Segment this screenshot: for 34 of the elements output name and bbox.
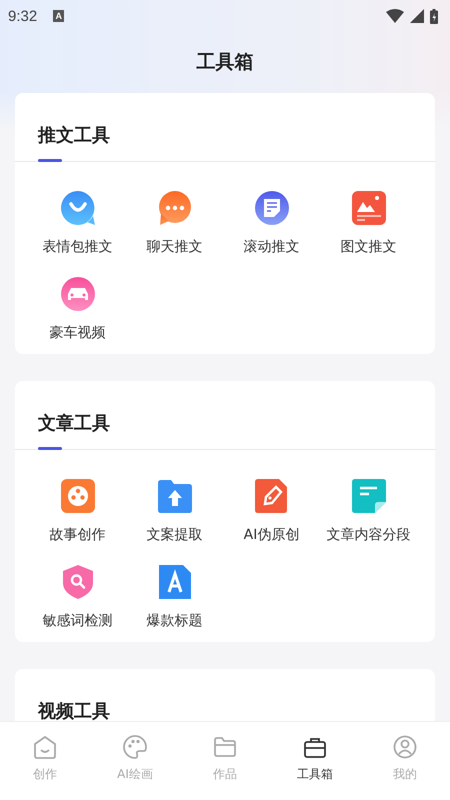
car-icon (60, 276, 96, 312)
image-icon (350, 190, 386, 226)
tool-button[interactable]: 豪车视频 (29, 272, 126, 346)
folder-upload-icon (156, 478, 192, 514)
tool-button[interactable]: 图文推文 (320, 186, 417, 260)
document-icon (254, 190, 290, 226)
tool-button[interactable]: 敏感词检测 (29, 560, 126, 634)
battery-icon (430, 8, 438, 24)
signal-icon (410, 9, 424, 23)
house-icon (32, 734, 58, 760)
section-title: 推文工具 (38, 124, 110, 148)
tool-button[interactable]: 文章内容分段 (320, 474, 417, 548)
film-reel-icon (60, 478, 96, 514)
tool-button[interactable]: 滚动推文 (223, 186, 320, 260)
smile-chat-icon (60, 190, 96, 226)
wifi-icon (386, 9, 404, 23)
tool-button[interactable]: 爆款标题 (126, 560, 223, 634)
tool-button[interactable]: 表情包推文 (29, 186, 126, 260)
page-title: 工具箱 (196, 50, 254, 75)
palette-icon (122, 734, 148, 760)
person-icon (392, 734, 418, 760)
note-icon (350, 478, 386, 514)
pen-document-icon (254, 478, 290, 514)
tool-button[interactable]: 聊天推文 (126, 186, 223, 260)
tool-button[interactable]: 故事创作 (29, 474, 126, 548)
letter-a-document-icon (156, 564, 192, 600)
notification-icon: A (53, 10, 64, 22)
chat-bubble-icon (156, 190, 192, 226)
section-title: 视频工具 (38, 700, 110, 721)
status-time: 9:32 (8, 8, 38, 24)
tab-button[interactable]: 工具箱 (270, 722, 360, 800)
tool-button[interactable]: 文案提取 (126, 474, 223, 548)
tool-button[interactable]: AI伪原创 (223, 474, 320, 548)
section-title: 文章工具 (38, 412, 110, 436)
